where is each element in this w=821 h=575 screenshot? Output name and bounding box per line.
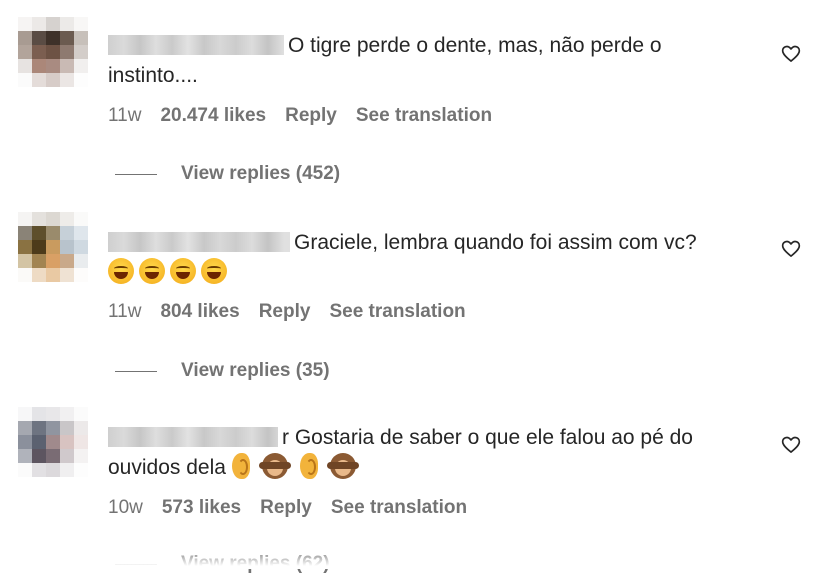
reply-button[interactable]: Reply bbox=[260, 497, 312, 519]
see-no-evil-monkey-icon bbox=[326, 453, 359, 479]
face-with-tears-of-joy-icon bbox=[201, 258, 227, 284]
comment-text-line-1: O tigre perde o dente, mas, não perde o bbox=[288, 34, 662, 57]
comment-text: O tigre perde o dente, mas, não perde o bbox=[108, 31, 748, 61]
likes-count[interactable]: 804 likes bbox=[160, 301, 239, 323]
face-with-tears-of-joy-icon bbox=[170, 258, 196, 284]
comment-text-line-1: r Gostaria de saber o que ele falou ao p… bbox=[282, 426, 693, 449]
see-translation-button[interactable]: See translation bbox=[356, 105, 492, 127]
comment-emoji-line bbox=[108, 258, 748, 289]
heart-outline-icon[interactable] bbox=[781, 239, 801, 259]
face-with-tears-of-joy-icon bbox=[108, 258, 134, 284]
scroll-fade-overlay bbox=[0, 549, 821, 569]
see-translation-button[interactable]: See translation bbox=[329, 301, 465, 323]
comment-timestamp: 11w bbox=[108, 105, 142, 126]
likes-count[interactable]: 20.474 likes bbox=[160, 105, 266, 127]
username-blurred[interactable] bbox=[108, 35, 284, 55]
username-blurred[interactable] bbox=[108, 232, 290, 252]
emoji-group bbox=[108, 258, 227, 284]
comment-text: r Gostaria de saber o que ele falou ao p… bbox=[108, 423, 748, 453]
username-blurred[interactable] bbox=[108, 427, 278, 447]
view-replies-button[interactable]: View replies (452) bbox=[115, 163, 340, 185]
comment-body: r Gostaria de saber o que ele falou ao p… bbox=[108, 423, 748, 483]
comment-timestamp: 10w bbox=[108, 497, 143, 518]
avatar[interactable] bbox=[18, 17, 88, 87]
replies-divider bbox=[115, 173, 157, 175]
comment-meta: 11w 804 likes Reply See translation bbox=[108, 301, 466, 323]
replies-divider bbox=[115, 370, 157, 372]
avatar[interactable] bbox=[18, 212, 88, 282]
reply-button[interactable]: Reply bbox=[285, 105, 337, 127]
view-replies-button[interactable]: View replies (35) bbox=[115, 360, 330, 382]
view-replies-label: View replies (452) bbox=[181, 163, 341, 184]
heart-outline-icon[interactable] bbox=[781, 44, 801, 64]
comment-body: O tigre perde o dente, mas, não perde o … bbox=[108, 31, 748, 91]
comment-text-line-2-wrapper: ouvidos dela bbox=[108, 453, 748, 483]
see-no-evil-monkey-icon bbox=[258, 453, 291, 479]
face-with-tears-of-joy-icon bbox=[139, 258, 165, 284]
reply-button[interactable]: Reply bbox=[259, 301, 311, 323]
comment-body: Graciele, lembra quando foi assim com vc… bbox=[108, 228, 748, 289]
avatar[interactable] bbox=[18, 407, 88, 477]
see-translation-button[interactable]: See translation bbox=[331, 497, 467, 519]
comment-text-line-2: ouvidos dela bbox=[108, 456, 226, 479]
comment-meta: 10w 573 likes Reply See translation bbox=[108, 497, 467, 519]
ear-icon bbox=[299, 453, 318, 479]
comment-text-line-1: Graciele, lembra quando foi assim com vc… bbox=[294, 231, 697, 254]
comment-text-line-2: instinto.... bbox=[108, 64, 198, 87]
view-replies-label: View replies (35) bbox=[181, 360, 330, 381]
heart-outline-icon[interactable] bbox=[781, 435, 801, 455]
comment-text: Graciele, lembra quando foi assim com vc… bbox=[108, 228, 748, 258]
likes-count[interactable]: 573 likes bbox=[162, 497, 241, 519]
comment-timestamp: 11w bbox=[108, 301, 142, 322]
comment-meta: 11w 20.474 likes Reply See translation bbox=[108, 105, 492, 127]
ear-icon bbox=[231, 453, 250, 479]
